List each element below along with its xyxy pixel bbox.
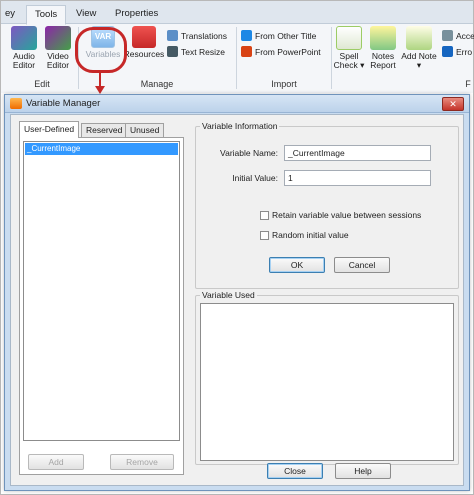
spell-check-button[interactable]: Spell Check ▾ bbox=[333, 26, 365, 70]
group-label-partial: F bbox=[465, 79, 471, 89]
dialog-titlebar[interactable]: Variable Manager ✕ bbox=[5, 95, 469, 113]
initial-value-input[interactable]: 1 bbox=[284, 170, 431, 186]
accessibility-icon bbox=[442, 30, 453, 41]
user-defined-panel: _CurrentImage Add Remove bbox=[19, 137, 184, 475]
list-item[interactable]: _CurrentImage bbox=[25, 143, 178, 155]
group-separator bbox=[331, 27, 332, 89]
close-icon: ✕ bbox=[449, 99, 457, 109]
text-resize-icon bbox=[167, 46, 178, 57]
ribbon-tab-bar: ey Tools View Properties bbox=[1, 1, 473, 25]
audio-editor-button[interactable]: Audio Editor bbox=[9, 26, 39, 70]
tab-view[interactable]: View bbox=[68, 5, 104, 24]
help-button[interactable]: Help bbox=[335, 463, 391, 479]
accessibility-button[interactable]: Acce bbox=[442, 29, 474, 43]
annotation-arrow-head bbox=[95, 86, 105, 94]
notes-report-icon bbox=[370, 26, 396, 50]
checkbox-box bbox=[260, 231, 269, 240]
tab-tools[interactable]: Tools bbox=[26, 5, 67, 25]
from-powerpoint-button[interactable]: From PowerPoint bbox=[241, 45, 321, 59]
tab-properties[interactable]: Properties bbox=[107, 5, 166, 24]
cancel-button[interactable]: Cancel bbox=[334, 257, 390, 273]
resources-button[interactable]: Resources bbox=[123, 26, 165, 59]
errors-button[interactable]: Erro bbox=[442, 45, 472, 59]
variable-used-list[interactable] bbox=[200, 303, 454, 461]
tab-unused[interactable]: Unused bbox=[125, 123, 165, 137]
remove-button[interactable]: Remove bbox=[110, 454, 174, 470]
close-window-button[interactable]: ✕ bbox=[442, 97, 464, 111]
variables-highlight-ring bbox=[75, 27, 127, 73]
ribbon-groups: Audio Editor Video Editor Edit VAR Varia… bbox=[1, 24, 474, 93]
video-editor-button[interactable]: Video Editor bbox=[43, 26, 73, 70]
spell-check-icon bbox=[336, 26, 362, 50]
translations-button[interactable]: Translations bbox=[167, 29, 227, 43]
variable-information-legend: Variable Information bbox=[200, 121, 280, 131]
ok-button[interactable]: OK bbox=[269, 257, 325, 273]
app-icon bbox=[10, 98, 22, 109]
dialog-title: Variable Manager bbox=[26, 98, 101, 109]
retain-value-checkbox[interactable]: Retain variable value between sessions bbox=[260, 210, 421, 220]
variable-used-legend: Variable Used bbox=[200, 290, 257, 300]
group-label-import: Import bbox=[271, 79, 297, 89]
checkbox-box bbox=[260, 211, 269, 220]
tab-partial[interactable]: ey bbox=[1, 5, 19, 24]
notes-report-button[interactable]: Notes Report bbox=[367, 26, 399, 70]
group-label-edit: Edit bbox=[34, 79, 50, 89]
dialog-body: User-Defined Reserved Unused _CurrentIma… bbox=[10, 114, 464, 486]
ribbon: ey Tools View Properties Audio Editor Vi… bbox=[1, 1, 474, 93]
tab-user-defined[interactable]: User-Defined bbox=[19, 121, 80, 138]
variable-name-input[interactable]: _CurrentImage bbox=[284, 145, 431, 161]
variable-information-group: Variable Information Variable Name: _Cur… bbox=[195, 121, 459, 289]
translations-icon bbox=[167, 30, 178, 41]
powerpoint-icon bbox=[241, 46, 252, 57]
text-resize-button[interactable]: Text Resize bbox=[167, 45, 225, 59]
video-editor-icon bbox=[45, 26, 71, 50]
resources-icon bbox=[132, 26, 156, 48]
errors-icon bbox=[442, 46, 453, 57]
from-other-title-button[interactable]: From Other Title bbox=[241, 29, 316, 43]
title-import-icon bbox=[241, 30, 252, 41]
initial-value-label: Initial Value: bbox=[232, 173, 278, 183]
variable-used-group: Variable Used bbox=[195, 290, 459, 465]
variable-list[interactable]: _CurrentImage bbox=[23, 141, 180, 441]
close-button[interactable]: Close bbox=[267, 463, 323, 479]
add-note-button[interactable]: Add Note ▾ bbox=[400, 26, 438, 70]
random-initial-checkbox[interactable]: Random initial value bbox=[260, 230, 349, 240]
variable-name-label: Variable Name: bbox=[220, 148, 278, 158]
tab-reserved[interactable]: Reserved bbox=[81, 123, 128, 137]
variable-manager-dialog: Variable Manager ✕ User-Defined Reserved… bbox=[4, 94, 470, 491]
add-button[interactable]: Add bbox=[28, 454, 84, 470]
audio-editor-icon bbox=[11, 26, 37, 50]
group-separator bbox=[236, 27, 237, 89]
add-note-icon bbox=[406, 26, 432, 50]
